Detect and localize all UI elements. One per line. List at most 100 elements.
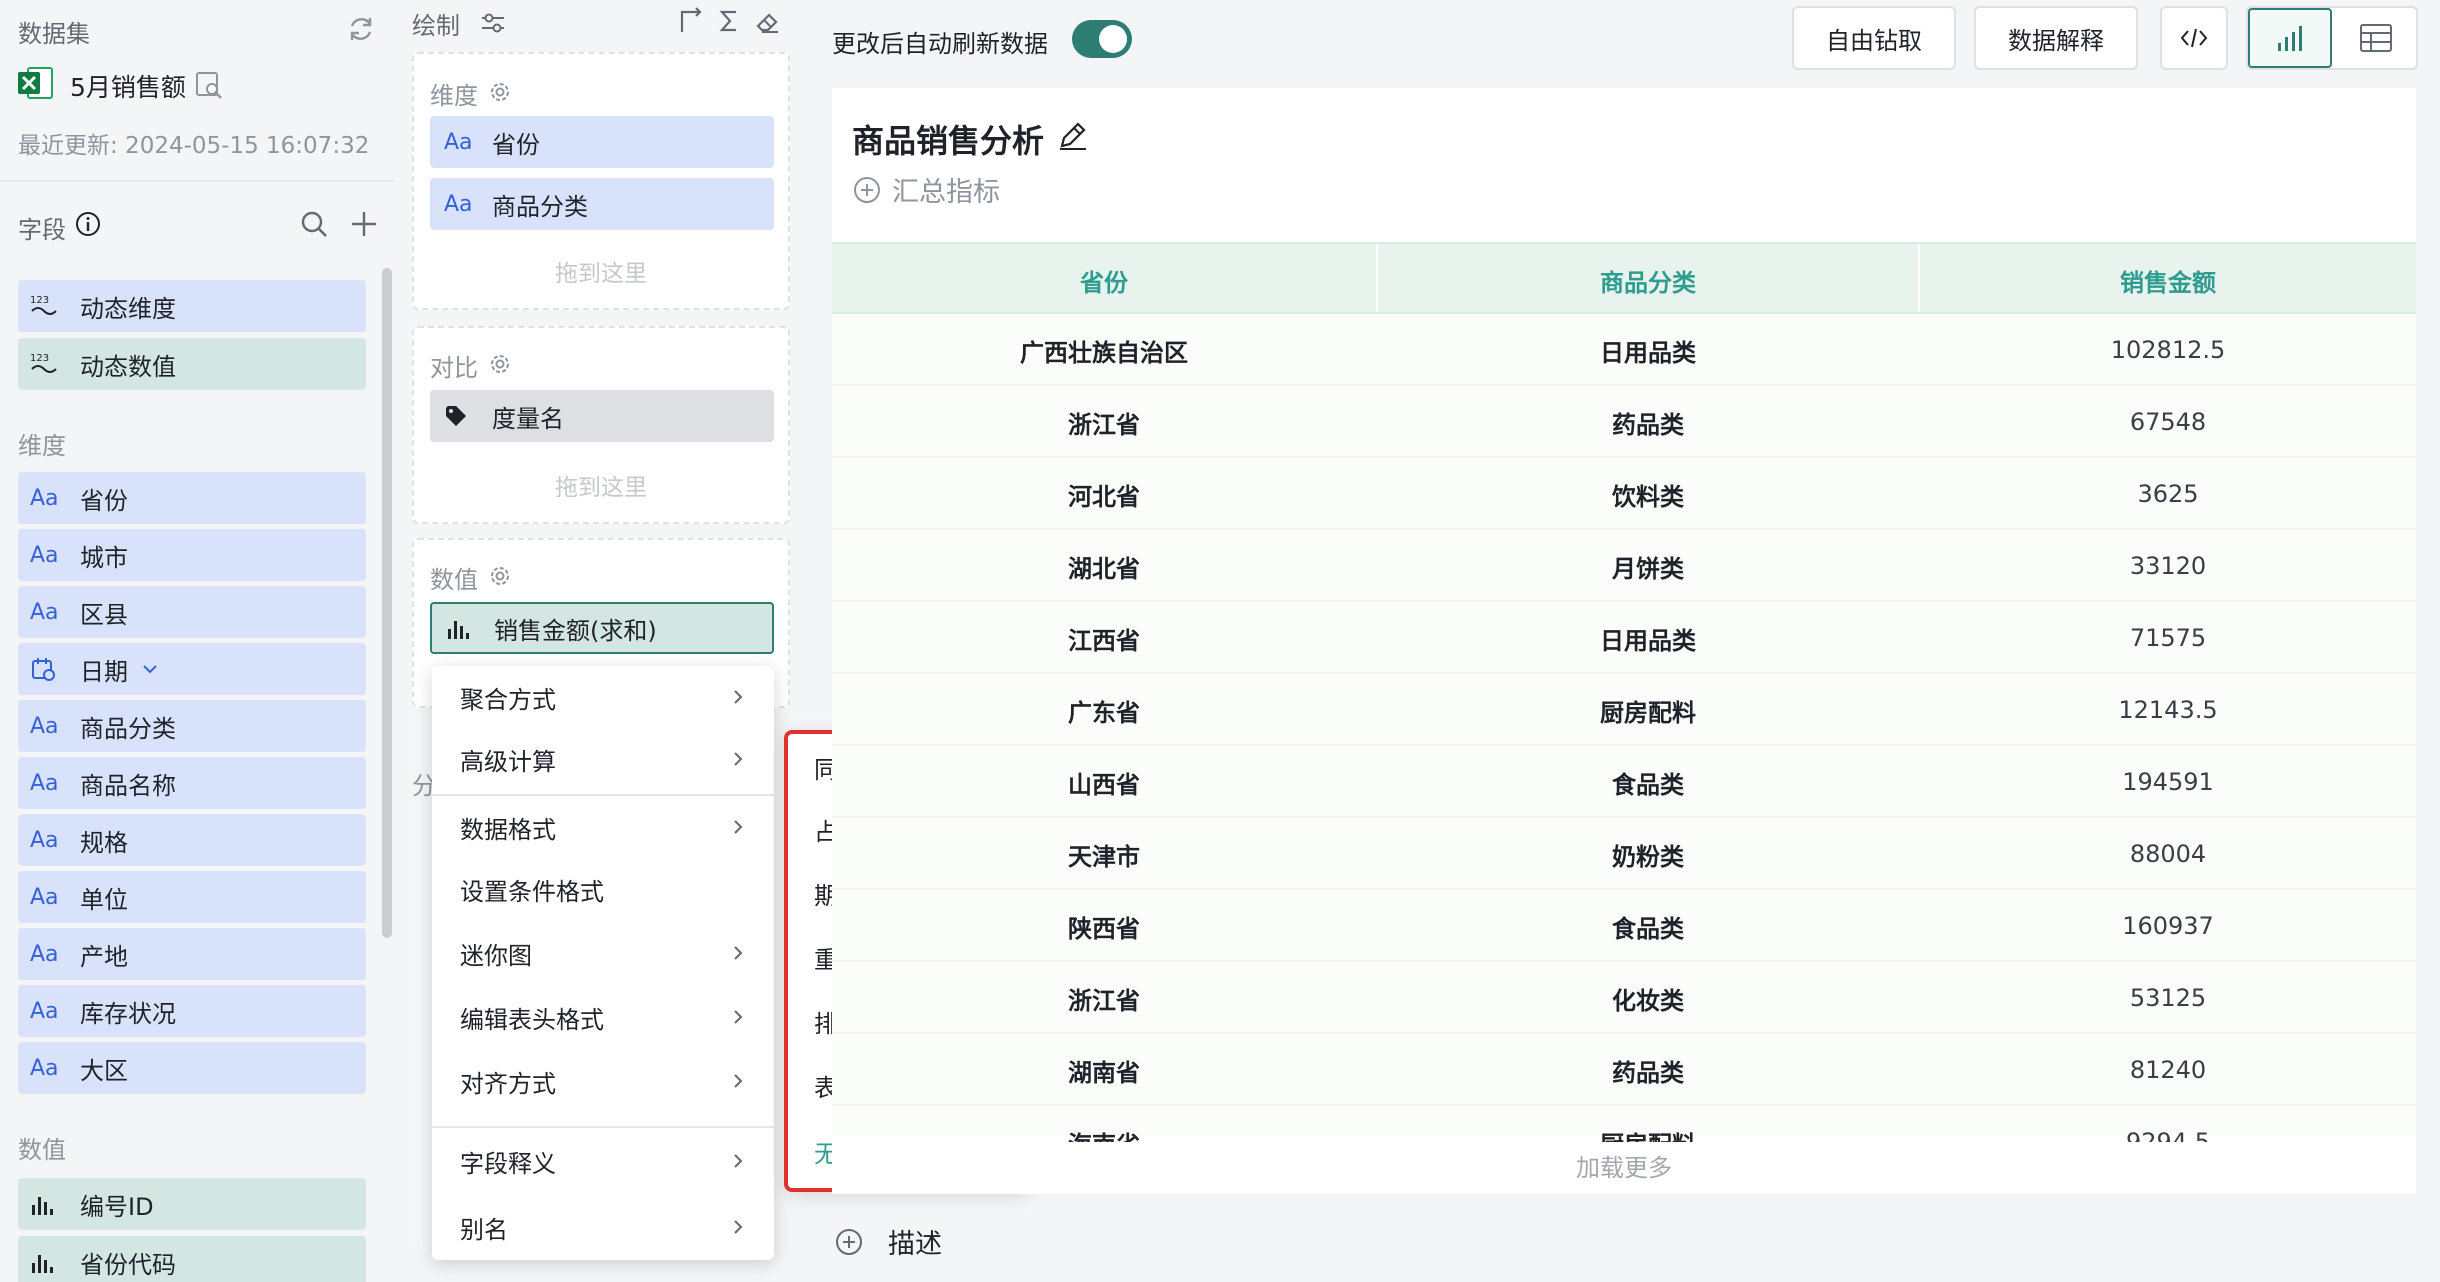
chevron-down-icon[interactable]: [140, 659, 160, 679]
code-view-button[interactable]: [2160, 6, 2228, 70]
load-more-link[interactable]: 加载更多: [832, 1148, 2416, 1183]
chart-title[interactable]: 商品销售分析: [852, 116, 1044, 162]
cell-sales: 160937: [2122, 912, 2214, 940]
menu-item-sparkline[interactable]: 迷你图: [432, 922, 774, 984]
data-explain-button[interactable]: 数据解释: [1974, 6, 2138, 70]
dataset-preview-icon[interactable]: [194, 70, 224, 100]
dimension-pill-category[interactable]: Aa 商品分类: [430, 178, 774, 230]
table-row[interactable]: 浙江省 药品类 67548: [832, 386, 2416, 458]
menu-item-field-definition[interactable]: 字段释义: [432, 1130, 774, 1192]
sliders-icon[interactable]: [478, 8, 508, 38]
table-view-button[interactable]: [2334, 8, 2418, 68]
field-item-province[interactable]: Aa 省份: [18, 472, 366, 524]
table-row[interactable]: 浙江省 化妆类 53125: [832, 962, 2416, 1034]
plus-circle-icon: [836, 1228, 862, 1255]
field-item-product-category[interactable]: Aa 商品分类: [18, 700, 366, 752]
field-item-stock-status[interactable]: Aa 库存状况: [18, 985, 366, 1037]
field-item-date[interactable]: 日期: [18, 643, 366, 695]
cell-province: 山西省: [1068, 770, 1140, 799]
menu-item-alias[interactable]: 别名: [432, 1196, 774, 1258]
info-icon[interactable]: [74, 210, 102, 238]
field-item-city[interactable]: Aa 城市: [18, 529, 366, 581]
edit-pencil-icon[interactable]: [1056, 118, 1090, 152]
fields-scrollbar[interactable]: [382, 268, 392, 938]
table-row[interactable]: 湖南省 药品类 81240: [832, 1034, 2416, 1106]
eraser-icon[interactable]: [752, 6, 782, 36]
menu-item-advanced-calc[interactable]: 高级计算: [432, 728, 774, 790]
sigma-icon[interactable]: [714, 6, 744, 36]
cell-province: 河北省: [1068, 482, 1140, 511]
cell-province: 浙江省: [1068, 410, 1140, 439]
menu-item-data-format[interactable]: 数据格式: [432, 796, 774, 858]
data-table: 省份 商品分类 销售金额 广西壮族自治区 日用品类 102812.5 浙江省 药品类 67…: [832, 242, 2416, 1142]
table-row[interactable]: 广东省 厨房配料 12143.5: [832, 674, 2416, 746]
table-row[interactable]: 河北省 饮料类 3625: [832, 458, 2416, 530]
gear-icon[interactable]: [486, 350, 514, 378]
menu-item-label: 数据格式: [460, 815, 556, 844]
add-summary-metric[interactable]: 汇总指标: [852, 170, 1000, 209]
field-item-spec[interactable]: Aa 规格: [18, 814, 366, 866]
field-label: 库存状况: [80, 999, 176, 1028]
free-drill-button[interactable]: 自由钻取: [1792, 6, 1956, 70]
menu-item-label: 设置条件格式: [460, 877, 604, 906]
table-row[interactable]: 广西壮族自治区 日用品类 102812.5: [832, 314, 2416, 386]
measure-group-label: 数值: [18, 1136, 66, 1164]
field-item-id[interactable]: 编号ID: [18, 1178, 366, 1230]
chart-view-button[interactable]: [2248, 8, 2332, 68]
dimension-well[interactable]: 维度 Aa 省份 Aa 商品分类 拖到这里: [412, 52, 790, 310]
gear-icon[interactable]: [486, 78, 514, 106]
cell-province: 陕西省: [1068, 914, 1140, 943]
pill-label: 商品分类: [492, 192, 588, 221]
chevron-right-icon: [734, 820, 743, 834]
menu-item-aggregation[interactable]: 聚合方式: [432, 666, 774, 728]
cell-sales: 88004: [2129, 840, 2207, 868]
field-item-origin[interactable]: Aa 产地: [18, 928, 366, 980]
text-type-icon: Aa: [30, 1055, 59, 1081]
menu-item-label: 聚合方式: [460, 685, 556, 714]
field-item-province-code[interactable]: 省份代码: [18, 1236, 366, 1282]
add-description[interactable]: 描述: [832, 1222, 942, 1261]
code-icon: [2180, 28, 2208, 48]
description-add-label: 描述: [888, 1229, 942, 1260]
column-header-sales[interactable]: 销售金额: [1920, 244, 2416, 316]
menu-item-label: 别名: [460, 1215, 508, 1244]
number-123-icon: 123: [30, 351, 70, 377]
field-item-unit[interactable]: Aa 单位: [18, 871, 366, 923]
column-header-category[interactable]: 商品分类: [1378, 244, 1918, 316]
compare-pill-measure-name[interactable]: 度量名: [430, 390, 774, 442]
table-row[interactable]: 陕西省 食品类 160937: [832, 890, 2416, 962]
tag-icon: [444, 404, 484, 428]
dataset-name[interactable]: 5月销售额: [70, 68, 186, 104]
text-type-icon: Aa: [444, 129, 473, 155]
menu-item-alignment[interactable]: 对齐方式: [432, 1050, 774, 1112]
table-row[interactable]: 湖北省 月饼类 33120: [832, 530, 2416, 602]
table-row[interactable]: 山西省 食品类 194591: [832, 746, 2416, 818]
field-item-dynamic-value[interactable]: 123 动态数值: [18, 338, 366, 390]
value-pill-sales-sum[interactable]: 销售金额(求和): [430, 602, 774, 654]
menu-item-conditional-format[interactable]: 设置条件格式: [432, 858, 774, 920]
replace-dataset-icon[interactable]: [344, 12, 378, 46]
table-row[interactable]: 天津市 奶粉类 88004: [832, 818, 2416, 890]
auto-refresh-toggle[interactable]: [1072, 20, 1132, 58]
field-item-product-name[interactable]: Aa 商品名称: [18, 757, 366, 809]
field-item-district[interactable]: Aa 区县: [18, 586, 366, 638]
text-type-icon: Aa: [30, 542, 59, 568]
chevron-right-icon: [734, 1154, 743, 1168]
menu-item-header-format[interactable]: 编辑表头格式: [432, 986, 774, 1048]
table-row[interactable]: 海南省厨房配料 9294.5: [832, 1106, 2416, 1142]
field-item-region[interactable]: Aa 大区: [18, 1042, 366, 1094]
drill-path-icon[interactable]: [676, 6, 706, 36]
drop-hint: 拖到这里: [555, 475, 647, 501]
table-row[interactable]: 江西省 日用品类 71575: [832, 602, 2416, 674]
compare-well[interactable]: 对比 度量名 拖到这里: [412, 326, 790, 524]
search-icon[interactable]: [298, 208, 330, 240]
text-type-icon: Aa: [30, 884, 59, 910]
dimension-pill-province[interactable]: Aa 省份: [430, 116, 774, 168]
chevron-right-icon: [734, 946, 743, 960]
gear-icon[interactable]: [486, 562, 514, 590]
cell-category: 药品类: [1612, 1058, 1684, 1087]
column-header-province[interactable]: 省份: [832, 244, 1376, 316]
well-label: 维度: [430, 82, 478, 110]
field-item-dynamic-dimension[interactable]: 123 动态维度: [18, 280, 366, 332]
add-field-icon[interactable]: [348, 208, 380, 240]
